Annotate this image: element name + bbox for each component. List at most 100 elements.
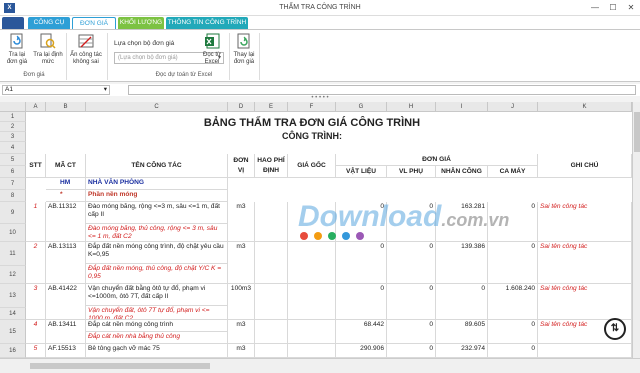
excel-icon	[205, 33, 220, 49]
scroll-thumb[interactable]	[634, 112, 640, 152]
item-note: Sai tên công tác	[538, 284, 632, 320]
group-divider	[107, 33, 108, 80]
row-header[interactable]: 6	[0, 166, 26, 178]
doc-tu-excel-button[interactable]: Đọc từ Excel	[198, 33, 226, 66]
item-unit: 100m3	[228, 284, 255, 320]
header-don-gia: ĐƠN GIÁ	[336, 154, 538, 166]
item-nhan-cong: 232.974	[436, 344, 488, 358]
hm-code: HM	[46, 178, 86, 190]
header-ca-may: CA MÁY	[488, 166, 538, 178]
row-header[interactable]: 16	[0, 344, 26, 358]
hide-rows-icon	[78, 34, 94, 48]
column-header[interactable]: D	[228, 102, 255, 112]
row-header[interactable]: 10	[0, 224, 26, 242]
search-document-icon	[40, 33, 56, 49]
thay-lai-don-gia-button[interactable]: Thay lại đơn giá	[231, 33, 257, 66]
name-box[interactable]: A1 ▾	[2, 85, 110, 95]
tab-cong-cu[interactable]: CÔNG CỤ	[28, 17, 70, 29]
row-header[interactable]: 14	[0, 308, 26, 320]
sheet-title: BẢNG THẨM TRA ĐƠN GIÁ CÔNG TRÌNH	[203, 117, 421, 129]
column-header[interactable]: J	[488, 102, 538, 112]
column-header[interactable]: B	[46, 102, 86, 112]
item-vl-phu: 0	[387, 344, 436, 358]
row-header[interactable]: 11	[0, 242, 26, 266]
column-header[interactable]: C	[86, 102, 228, 112]
column-header[interactable]: A	[26, 102, 46, 112]
price-set-label: Lựa chọn bộ đơn giá	[114, 40, 175, 47]
tab-khoi-luong[interactable]: KHỐI LƯỢNG	[118, 17, 164, 29]
item-hao-phi	[255, 284, 288, 320]
row-header[interactable]: 9	[0, 202, 26, 224]
formula-input[interactable]	[128, 85, 636, 95]
row-header[interactable]: 1	[0, 112, 26, 122]
select-all-corner[interactable]	[0, 102, 26, 112]
column-header[interactable]: I	[436, 102, 488, 112]
row-header[interactable]: 15	[0, 320, 26, 344]
item-code: AB.13411	[46, 320, 86, 344]
header-ghi-chu: GHI CHÚ	[538, 154, 632, 178]
row-header[interactable]: 4	[0, 142, 26, 154]
row-header[interactable]: 5	[0, 154, 26, 166]
item-code: AB.41422	[46, 284, 86, 320]
row-header[interactable]: 7	[0, 178, 26, 190]
dot-icon	[300, 232, 308, 240]
vertical-scrollbar[interactable]	[632, 102, 640, 358]
item-nhan-cong: 0	[436, 284, 488, 320]
sheet-subtitle: CÔNG TRÌNH:	[282, 131, 342, 141]
section-marker: *	[46, 190, 86, 202]
item-unit: m3	[228, 344, 255, 358]
item-note: Sai tên công tác	[538, 202, 632, 242]
horizontal-scrollbar[interactable]	[0, 358, 640, 373]
tab-don-gia[interactable]: ĐƠN GIÁ	[72, 17, 116, 29]
title-bar: X THẨM TRA CÔNG TRÌNH — ☐ ✕	[0, 0, 640, 16]
row-header[interactable]: 3	[0, 132, 26, 142]
dot-icon	[328, 232, 336, 240]
sort-arrows-button[interactable]: ⇅	[604, 318, 626, 340]
item-original-name: Đắp đất nền móng, thủ công, độ chặt Y/C …	[86, 264, 228, 284]
row-header[interactable]: 12	[0, 266, 26, 284]
tra-lai-dinh-muc-button[interactable]: Tra lại định mức	[33, 33, 63, 66]
column-header[interactable]: F	[288, 102, 336, 112]
row-header[interactable]: 8	[0, 190, 26, 202]
item-gia-goc	[288, 284, 336, 320]
tab-thong-tin-cong-trinh[interactable]: THÔNG TIN CÔNG TRÌNH	[166, 17, 248, 29]
item-name: Đắp đất nền móng công trình, độ chặt yêu…	[86, 242, 228, 264]
item-code: AB.11312	[46, 202, 86, 242]
item-stt: 3	[26, 284, 46, 320]
item-stt: 5	[26, 344, 46, 358]
item-gia-goc	[288, 320, 336, 344]
header-don-vi: ĐƠN VỊ	[228, 154, 255, 178]
row-header[interactable]: 2	[0, 122, 26, 132]
column-header[interactable]: K	[538, 102, 632, 112]
close-button[interactable]: ✕	[622, 0, 640, 16]
maximize-button[interactable]: ☐	[604, 0, 622, 16]
scroll-thumb[interactable]	[30, 363, 210, 369]
item-original-name: Đào móng băng, thủ công, rộng <= 3 m, sâ…	[86, 224, 228, 242]
column-header[interactable]: E	[255, 102, 288, 112]
file-tab[interactable]	[2, 17, 24, 29]
header-vat-lieu: VẬT LIỆU	[336, 166, 387, 178]
an-cong-tac-button[interactable]: Ẩn công tác không sai	[68, 33, 104, 66]
group-label-doc-du-toan: Đọc dự toán từ Excel	[155, 72, 213, 78]
column-header[interactable]: H	[387, 102, 436, 112]
group-label-don-gia: Đơn giá	[23, 72, 45, 78]
tra-lai-don-gia-button[interactable]: Tra lại đơn giá	[4, 33, 30, 66]
item-original-name: Đắp cát nền nhà bằng thủ công	[86, 332, 228, 344]
item-vat-lieu: 0	[336, 242, 387, 284]
item-hao-phi	[255, 242, 288, 284]
item-name: Bê tông gạch vỡ mác 75	[86, 344, 228, 358]
item-nhan-cong: 89.605	[436, 320, 488, 344]
header-nhan-cong: NHÂN CÔNG	[436, 166, 488, 178]
chevron-down-icon: ▾	[103, 86, 107, 93]
item-vat-lieu: 68.442	[336, 320, 387, 344]
column-header[interactable]: G	[336, 102, 387, 112]
item-vl-phu: 0	[387, 284, 436, 320]
item-gia-goc	[288, 344, 336, 358]
section-name: Phần nền móng	[86, 190, 228, 202]
item-unit: m3	[228, 242, 255, 284]
item-vat-lieu: 290.906	[336, 344, 387, 358]
item-vl-phu: 0	[387, 242, 436, 284]
row-header[interactable]: 13	[0, 284, 26, 308]
header-hao-phi: HAO PHÍ ĐỊNH	[255, 154, 288, 178]
minimize-button[interactable]: —	[586, 0, 604, 16]
